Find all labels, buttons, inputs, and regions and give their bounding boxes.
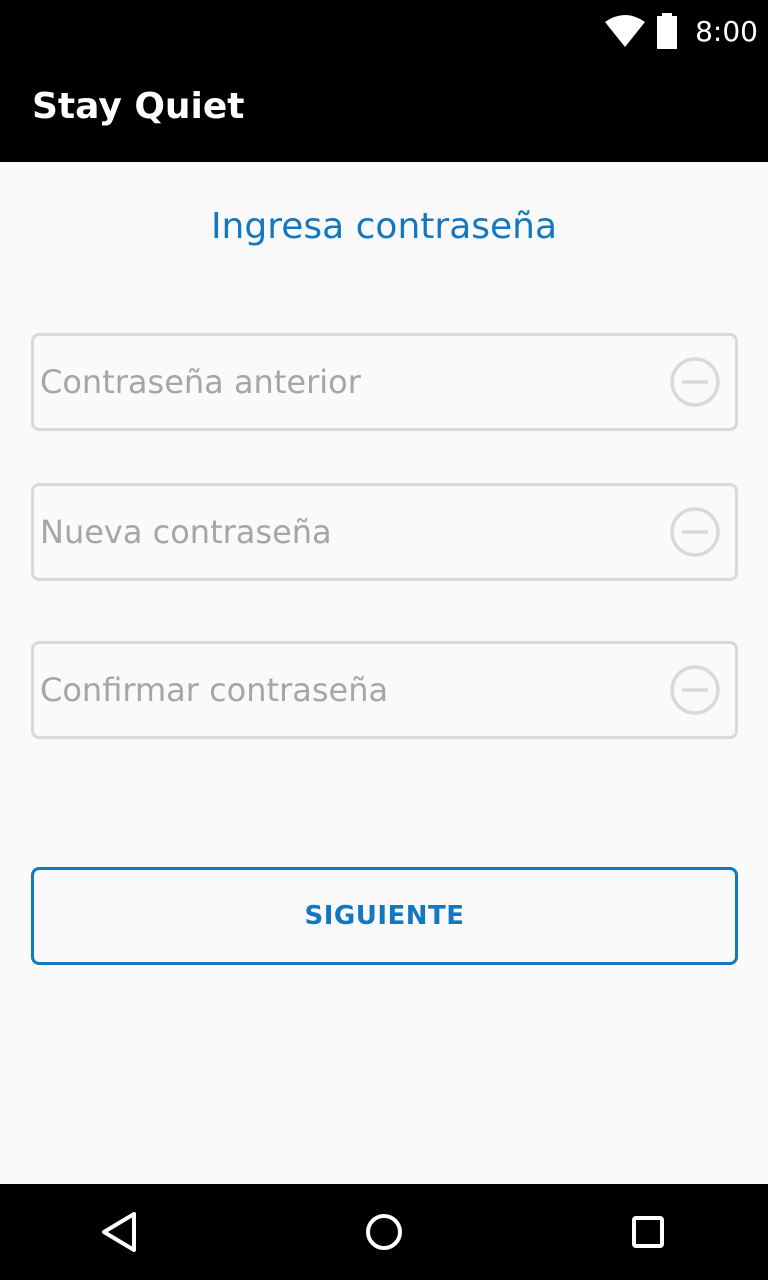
recents-icon[interactable]: [624, 1208, 672, 1256]
navigation-bar: [0, 1184, 768, 1280]
page-title: Ingresa contraseña: [210, 206, 558, 247]
status-icons: 8:00: [605, 6, 758, 56]
status-time: 8:00: [695, 14, 758, 48]
clear-icon[interactable]: [669, 506, 721, 558]
status-bar: 8:00: [0, 0, 768, 62]
home-icon[interactable]: [360, 1208, 408, 1256]
app-bar: Stay Quiet: [0, 62, 768, 162]
wifi-icon: [605, 15, 646, 47]
old-password-field[interactable]: [31, 333, 738, 431]
clear-icon[interactable]: [669, 664, 721, 716]
battery-icon: [657, 13, 678, 49]
next-button[interactable]: SIGUIENTE: [31, 867, 738, 965]
confirm-password-field[interactable]: [31, 641, 738, 739]
clear-icon[interactable]: [669, 356, 721, 408]
app-title: Stay Quiet: [32, 86, 245, 127]
password-form: Ingresa contraseña SIGUIENTE: [0, 162, 768, 1184]
confirm-password-input[interactable]: [40, 644, 660, 736]
back-icon[interactable]: [96, 1208, 144, 1256]
new-password-input[interactable]: [40, 486, 660, 578]
old-password-input[interactable]: [40, 336, 660, 428]
new-password-field[interactable]: [31, 483, 738, 581]
